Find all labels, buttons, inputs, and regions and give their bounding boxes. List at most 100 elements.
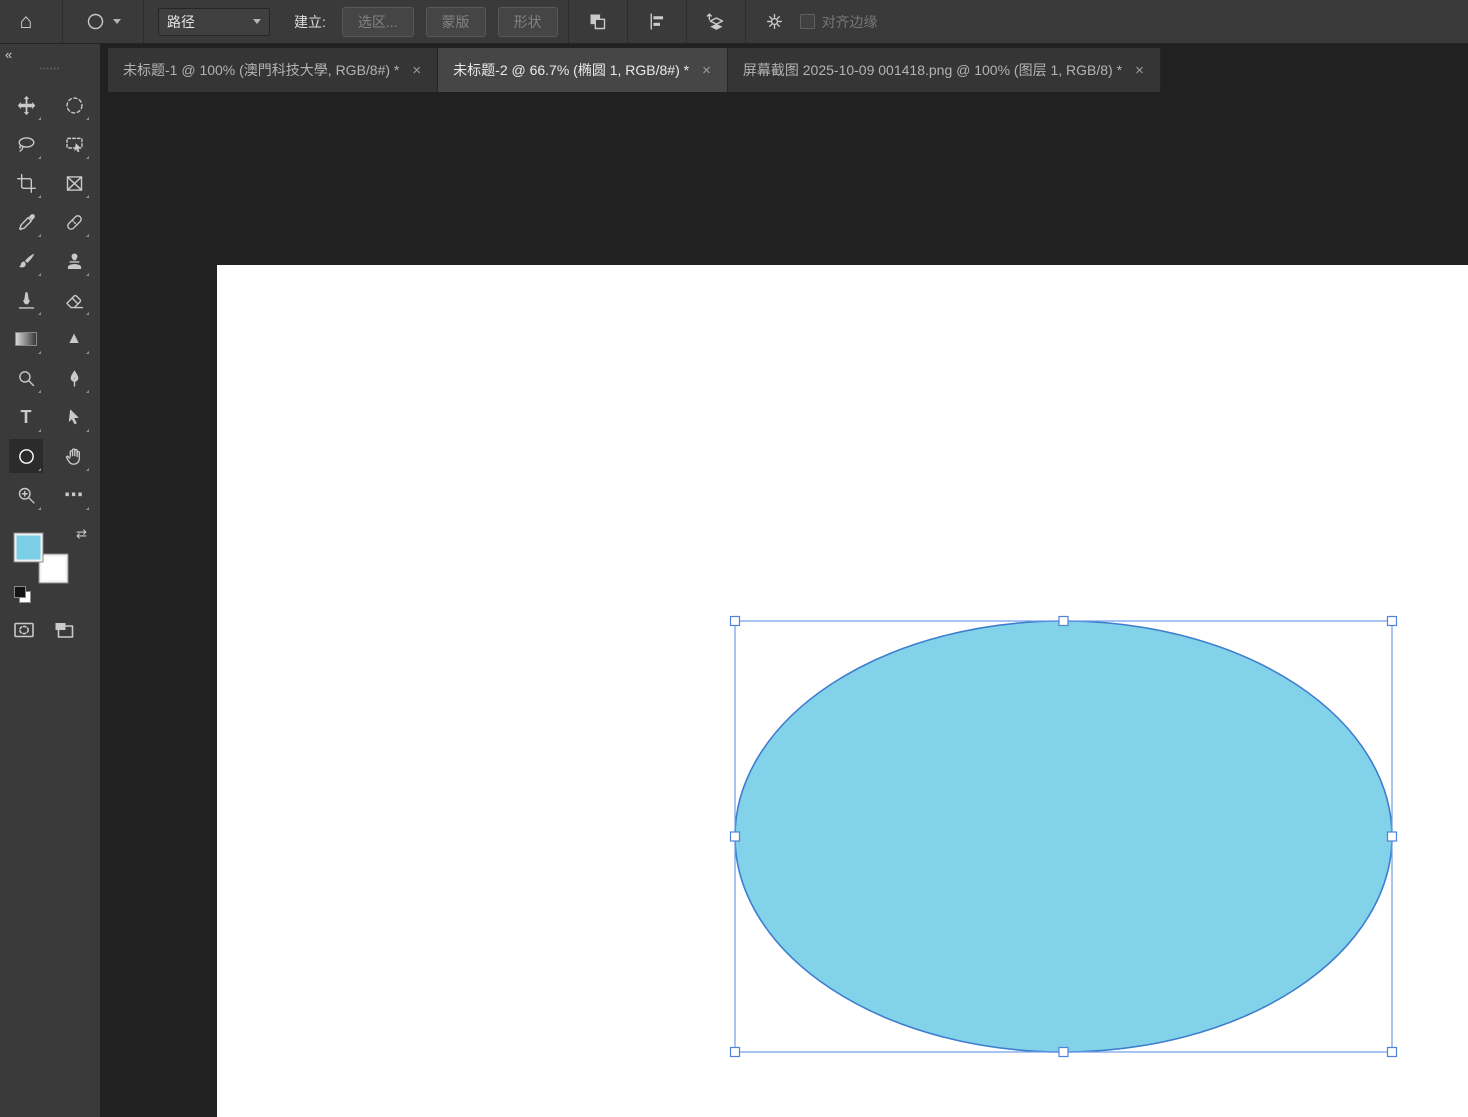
tab-close-icon[interactable]: ×: [701, 62, 712, 79]
handle-top-left[interactable]: [729, 615, 741, 627]
object-selection-tool-button[interactable]: [57, 127, 91, 161]
home-icon: ⌂: [19, 9, 33, 33]
canvas[interactable]: [217, 265, 1468, 1117]
eraser-icon: [65, 294, 83, 308]
swap-colors-icon[interactable]: ⇄: [76, 526, 87, 542]
separator: [143, 0, 144, 43]
ellipse-shape[interactable]: [734, 620, 1393, 1053]
quick-mask-button[interactable]: [12, 618, 36, 642]
align-edges-checkbox[interactable]: 对齐边缘: [799, 12, 878, 32]
tab-close-icon[interactable]: ×: [411, 62, 422, 79]
hand-tool-button[interactable]: [57, 439, 91, 473]
photoshop-window: ⌂ 路径 建立: 选区... 蒙版 形状 对齐边缘 « •••••• ▲ T ⋯…: [0, 0, 1468, 1117]
current-tool-button[interactable]: [73, 0, 133, 43]
sharpen-tool-button[interactable]: ▲: [57, 322, 91, 356]
tab-close-icon[interactable]: ×: [1134, 62, 1145, 79]
crop-tool-button[interactable]: [9, 166, 43, 200]
tool-options-gear-button[interactable]: [756, 0, 794, 43]
handle-middle-left[interactable]: [729, 831, 741, 842]
path-selection-icon: [68, 408, 79, 424]
separator: [626, 0, 628, 43]
toolbar-grip[interactable]: ••••••: [0, 66, 100, 73]
separator: [567, 0, 569, 43]
checkbox-box: [799, 14, 815, 29]
document-tab-bar: 未标题-1 @ 100% (澳門科技大學, RGB/8#) * × 未标题-2 …: [100, 44, 1468, 92]
toolbar-collapse-button[interactable]: «: [5, 47, 12, 62]
tab-screenshot[interactable]: 屏幕截图 2025-10-09 001418.png @ 100% (图层 1,…: [727, 48, 1161, 92]
tools-sidebar: « •••••• ▲ T ⋯ ⇄: [0, 44, 100, 1117]
mixer-brush-tool-button[interactable]: [9, 283, 43, 317]
make-mask-button[interactable]: 蒙版: [425, 6, 486, 37]
elliptical-marquee-tool-button[interactable]: [57, 88, 91, 122]
healing-patch-tool-button[interactable]: [57, 205, 91, 239]
type-tool-icon: T: [20, 407, 32, 427]
dodge-icon: [18, 370, 34, 386]
ellipse-tool-icon: [87, 13, 104, 30]
path-operations-icon: [590, 14, 606, 30]
eyedropper-icon: [18, 213, 35, 230]
path-operations-button[interactable]: [579, 0, 617, 43]
pen-tool-button[interactable]: [57, 361, 91, 395]
crop-icon: [16, 173, 36, 193]
chevron-down-icon: [253, 19, 261, 24]
path-selection-tool-button[interactable]: [57, 400, 91, 434]
tool-mode-select[interactable]: 路径: [158, 7, 270, 36]
make-shape-button[interactable]: 形状: [497, 6, 558, 37]
pen-icon: [70, 369, 78, 387]
toolbar-bottom-buttons: [12, 618, 100, 642]
make-label: 建立:: [294, 13, 326, 30]
gear-icon: [767, 13, 783, 30]
eraser-tool-button[interactable]: [57, 283, 91, 317]
handle-bottom-center[interactable]: [1058, 1046, 1069, 1058]
canvas-svg: [729, 615, 1398, 1058]
document-area: 未标题-1 @ 100% (澳門科技大學, RGB/8#) * × 未标题-2 …: [100, 44, 1468, 1117]
frame-icon: [66, 175, 82, 191]
move-tool-button[interactable]: [9, 88, 43, 122]
edit-toolbar-button[interactable]: ⋯: [57, 478, 91, 512]
default-colors-icon[interactable]: [14, 586, 31, 603]
tab-untitled-2[interactable]: 未标题-2 @ 66.7% (椭圆 1, RGB/8#) * ×: [438, 48, 728, 92]
hand-icon: [65, 447, 80, 465]
elliptical-marquee-icon: [65, 96, 83, 114]
zoom-icon: [18, 487, 35, 504]
gradient-icon: [15, 332, 37, 346]
zoom-tool-button[interactable]: [9, 478, 43, 512]
path-arrangement-icon: [706, 13, 724, 30]
align-edges-label: 对齐边缘: [821, 13, 878, 30]
clone-stamp-icon: [67, 252, 81, 269]
handle-bottom-left[interactable]: [729, 1046, 741, 1058]
screen-mode-button[interactable]: [52, 618, 76, 642]
eyedropper-tool-button[interactable]: [9, 205, 43, 239]
mixer-brush-icon: [18, 291, 34, 309]
tool-mode-value: 路径: [167, 13, 195, 30]
handle-middle-right[interactable]: [1386, 831, 1398, 842]
dodge-tool-button[interactable]: [9, 361, 43, 395]
pasteboard[interactable]: [100, 92, 1468, 1117]
handle-bottom-right[interactable]: [1386, 1046, 1398, 1058]
separator: [62, 0, 63, 43]
color-swatches: ⇄: [13, 526, 87, 603]
make-selection-button[interactable]: 选区...: [341, 6, 414, 37]
lasso-tool-button[interactable]: [9, 127, 43, 161]
type-tool-button[interactable]: T: [9, 400, 43, 434]
frame-tool-button[interactable]: [57, 166, 91, 200]
brush-tool-button[interactable]: [9, 244, 43, 278]
object-selection-icon: [65, 137, 83, 152]
path-alignment-button[interactable]: [638, 0, 676, 43]
separator: [744, 0, 746, 43]
lasso-icon: [18, 136, 34, 152]
ellipse-tool-button[interactable]: [9, 439, 43, 473]
handle-top-right[interactable]: [1386, 615, 1398, 627]
foreground-color-swatch[interactable]: [13, 532, 44, 563]
swatch-svg: [13, 532, 69, 584]
path-arrangement-button[interactable]: [697, 0, 735, 43]
tab-title: 未标题-2 @ 66.7% (椭圆 1, RGB/8#) *: [453, 62, 690, 78]
home-button[interactable]: ⌂: [0, 0, 52, 43]
gradient-tool-button[interactable]: [9, 322, 43, 356]
tab-untitled-1[interactable]: 未标题-1 @ 100% (澳門科技大學, RGB/8#) * ×: [108, 48, 439, 92]
tool-grid: ▲ T ⋯: [0, 88, 100, 512]
clone-stamp-tool-button[interactable]: [57, 244, 91, 278]
move-tool-icon: [17, 95, 35, 115]
tab-title: 屏幕截图 2025-10-09 001418.png @ 100% (图层 1,…: [742, 62, 1123, 78]
handle-top-center[interactable]: [1058, 615, 1069, 627]
